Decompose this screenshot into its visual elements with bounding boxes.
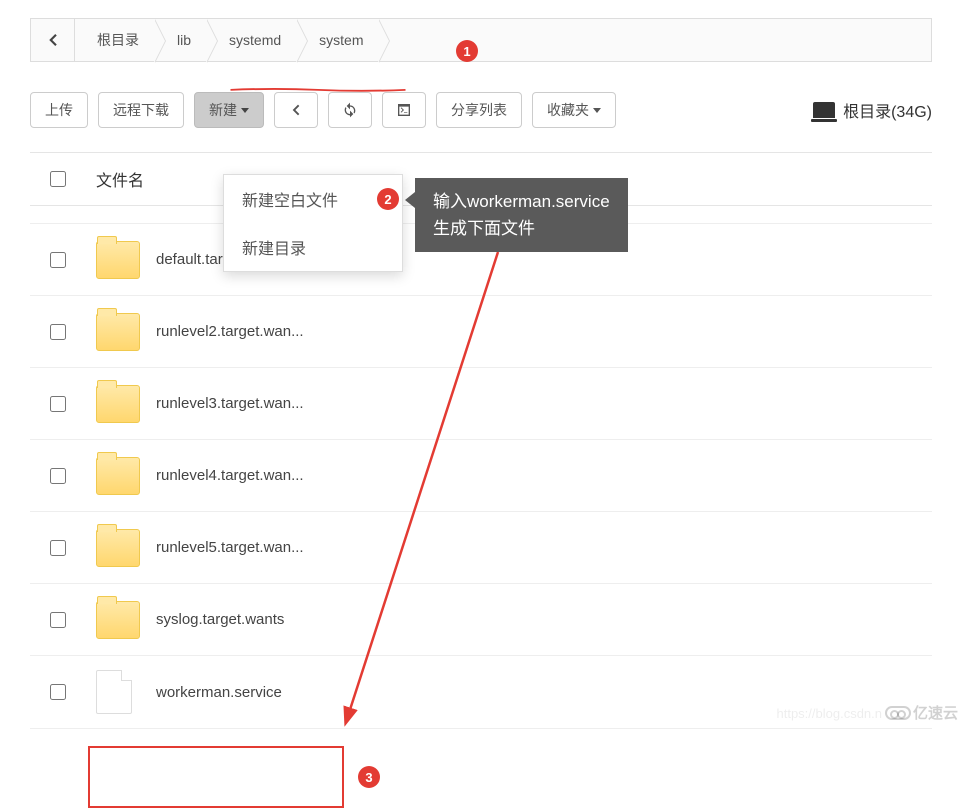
new-button[interactable]: 新建: [194, 92, 264, 128]
row-checkbox[interactable]: [50, 468, 66, 484]
annotation-callout-3: 3: [358, 766, 380, 788]
cloud-icon: [885, 706, 911, 720]
select-all-checkbox[interactable]: [50, 171, 66, 187]
refresh-icon: [342, 102, 358, 118]
watermark-logo: 亿速云: [885, 702, 958, 723]
column-header-name[interactable]: 文件名: [96, 167, 144, 191]
file-name: runlevel4.target.wan...: [156, 467, 304, 484]
back-history-button[interactable]: [274, 92, 318, 128]
arrow-left-icon: [288, 102, 304, 118]
remote-download-button[interactable]: 远程下载: [98, 92, 184, 128]
row-checkbox[interactable]: [50, 324, 66, 340]
favorites-button[interactable]: 收藏夹: [532, 92, 616, 128]
disk-info: 根目录(34G): [813, 98, 932, 122]
crumb-systemd[interactable]: systemd: [207, 19, 297, 61]
terminal-icon: [396, 102, 412, 118]
folder-icon: [96, 313, 140, 351]
back-button[interactable]: [31, 19, 75, 61]
file-name: syslog.target.wants: [156, 611, 284, 628]
breadcrumb: 根目录 lib systemd system: [30, 18, 932, 62]
select-all-col: [44, 171, 96, 187]
annotation-tooltip: 输入workerman.service 生成下面文件: [415, 178, 628, 252]
crumb-system[interactable]: system: [297, 19, 379, 61]
table-row[interactable]: runlevel5.target.wan...: [30, 512, 932, 584]
toolbar: 上传 远程下载 新建 分享列表 收藏夹 根目录(34G): [0, 62, 962, 152]
disk-icon: [813, 102, 835, 118]
caret-down-icon: [241, 108, 249, 113]
watermark-url: https://blog.csdn.n: [776, 706, 882, 721]
annotation-callout-1: 1: [456, 40, 478, 62]
file-name: runlevel2.target.wan...: [156, 323, 304, 340]
tooltip-line: 生成下面文件: [433, 215, 610, 242]
crumb-label: systemd: [229, 32, 281, 48]
file-name: workerman.service: [156, 684, 282, 701]
arrow-left-icon: [44, 31, 62, 49]
new-dropdown-menu: 新建空白文件 新建目录: [223, 174, 403, 272]
crumb-label: lib: [177, 32, 191, 48]
file-name: runlevel3.target.wan...: [156, 395, 304, 412]
share-list-button[interactable]: 分享列表: [436, 92, 522, 128]
row-checkbox[interactable]: [50, 612, 66, 628]
tooltip-line: 输入workerman.service: [433, 188, 610, 215]
folder-icon: [96, 601, 140, 639]
upload-button[interactable]: 上传: [30, 92, 88, 128]
file-list: default.target.wants runlevel2.target.wa…: [30, 224, 932, 729]
row-checkbox[interactable]: [50, 540, 66, 556]
row-checkbox[interactable]: [50, 252, 66, 268]
file-name: runlevel5.target.wan...: [156, 539, 304, 556]
file-icon: [96, 670, 132, 714]
refresh-button[interactable]: [328, 92, 372, 128]
folder-icon: [96, 385, 140, 423]
folder-icon: [96, 241, 140, 279]
row-checkbox[interactable]: [50, 684, 66, 700]
disk-label: 根目录(34G): [843, 98, 932, 122]
table-row[interactable]: syslog.target.wants: [30, 584, 932, 656]
table-row[interactable]: runlevel4.target.wan...: [30, 440, 932, 512]
terminal-button[interactable]: [382, 92, 426, 128]
annotation-callout-2: 2: [377, 188, 399, 210]
annotation-highlight: [88, 746, 344, 808]
folder-icon: [96, 529, 140, 567]
caret-down-icon: [593, 108, 601, 113]
row-checkbox[interactable]: [50, 396, 66, 412]
new-file-item[interactable]: 新建空白文件: [224, 175, 402, 223]
crumb-label: 根目录: [97, 30, 139, 50]
new-folder-item[interactable]: 新建目录: [224, 223, 402, 271]
table-row[interactable]: runlevel3.target.wan...: [30, 368, 932, 440]
table-row[interactable]: runlevel2.target.wan...: [30, 296, 932, 368]
crumb-root[interactable]: 根目录: [75, 19, 155, 61]
crumb-label: system: [319, 32, 363, 48]
folder-icon: [96, 457, 140, 495]
